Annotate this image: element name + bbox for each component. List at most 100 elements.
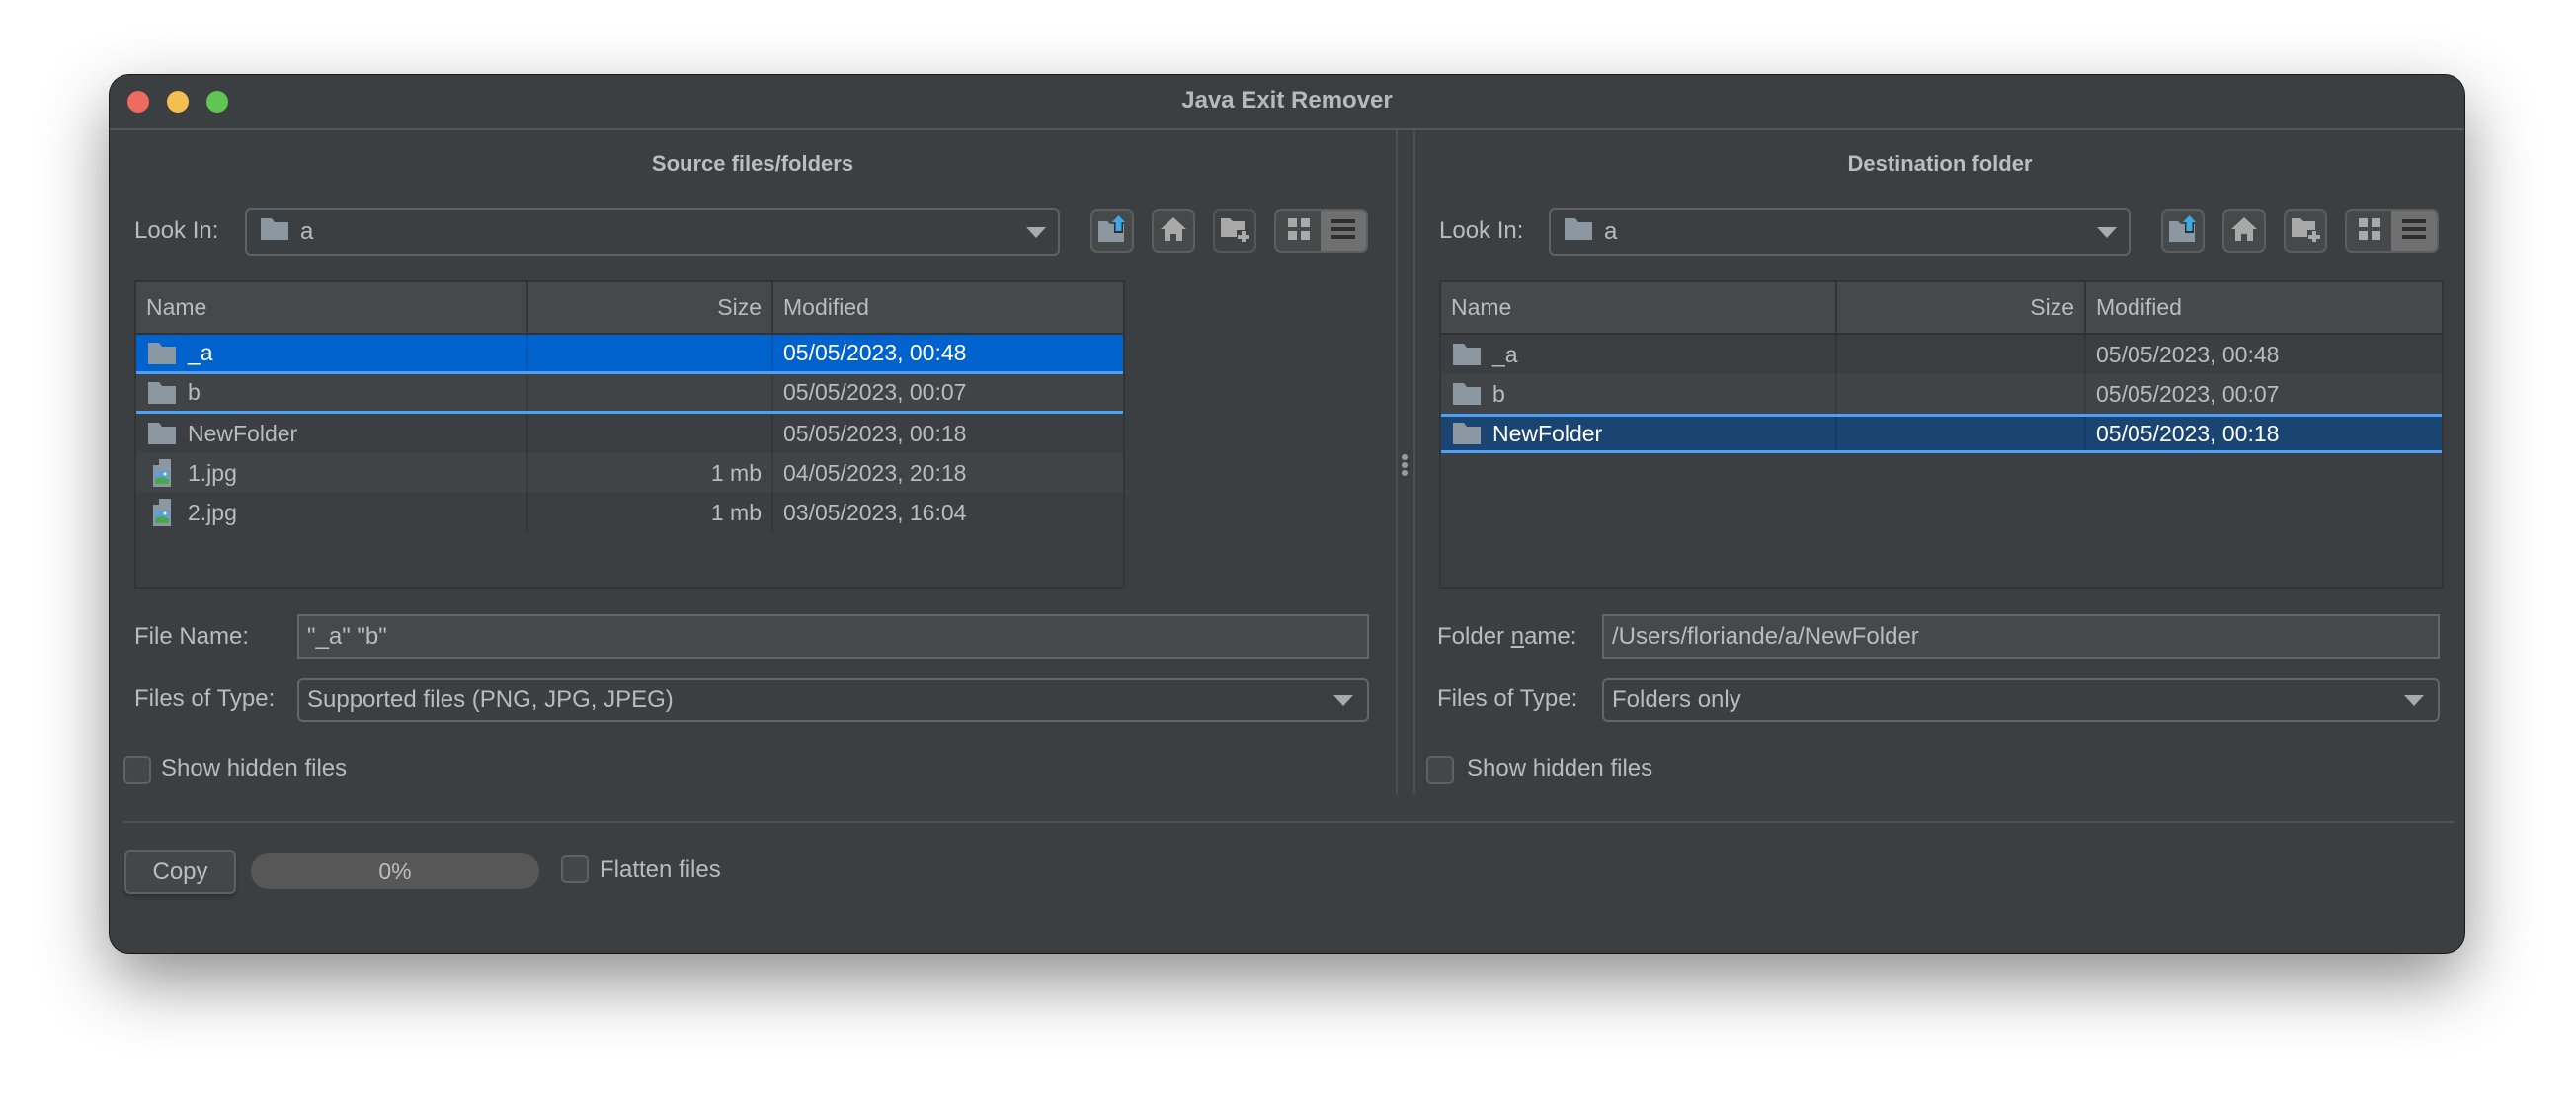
flatten-files-checkbox[interactable] bbox=[561, 855, 589, 883]
modified-cell: 05/05/2023, 00:48 bbox=[2096, 341, 2280, 367]
destination-up-folder-button[interactable] bbox=[2161, 209, 2205, 253]
destination-show-hidden-label[interactable]: Show hidden files bbox=[1467, 754, 1652, 784]
table-row[interactable]: NewFolder 05/05/2023, 00:18 bbox=[1441, 414, 2442, 453]
size-cell bbox=[1837, 374, 2086, 414]
list-icon bbox=[1331, 218, 1355, 244]
modified-cell: 04/05/2023, 20:18 bbox=[783, 459, 967, 486]
folder-icon bbox=[148, 423, 176, 444]
folder-up-icon bbox=[1097, 214, 1127, 248]
folder-name-label-text: ame: bbox=[1524, 623, 1577, 650]
size-cell bbox=[528, 374, 773, 411]
file-name-label: File Name: bbox=[134, 623, 250, 650]
file-name: 2.jpg bbox=[188, 499, 237, 525]
destination-look-in-value: a bbox=[1604, 218, 1618, 245]
grid-icon bbox=[1287, 217, 1310, 245]
source-show-hidden-label[interactable]: Show hidden files bbox=[161, 754, 347, 784]
destination-files-of-type-value: Folders only bbox=[1612, 686, 1741, 713]
folder-icon bbox=[148, 342, 176, 364]
table-row[interactable]: 2.jpg 1 mb 03/05/2023, 16:04 bbox=[136, 493, 1123, 532]
source-up-folder-button[interactable] bbox=[1090, 209, 1134, 253]
app-window: Java Exit Remover Source files/folders L… bbox=[110, 75, 2464, 953]
source-show-hidden-checkbox[interactable] bbox=[123, 756, 151, 784]
source-look-in-label: Look In: bbox=[134, 217, 219, 244]
window-title: Java Exit Remover bbox=[1181, 87, 1393, 114]
flatten-files-label[interactable]: Flatten files bbox=[600, 855, 721, 885]
modified-cell: 05/05/2023, 00:18 bbox=[2096, 420, 2280, 446]
source-home-button[interactable] bbox=[1152, 209, 1195, 253]
column-header-modified[interactable]: Modified bbox=[773, 282, 1123, 333]
table-row[interactable]: b 05/05/2023, 00:07 bbox=[1441, 374, 2442, 414]
split-pane-divider-right-edge bbox=[1413, 130, 1415, 795]
source-pane-title: Source files/folders bbox=[651, 151, 854, 176]
file-name-input-value: "_a" "b" bbox=[307, 623, 387, 650]
modified-cell: 03/05/2023, 16:04 bbox=[783, 499, 967, 525]
size-cell: 1 mb bbox=[528, 493, 773, 532]
source-files-of-type-combo[interactable]: Supported files (PNG, JPG, JPEG) bbox=[297, 678, 1369, 722]
table-row[interactable]: _a 05/05/2023, 00:48 bbox=[1441, 335, 2442, 374]
column-header-size[interactable]: Size bbox=[1837, 282, 2086, 333]
source-new-folder-button[interactable] bbox=[1213, 209, 1256, 253]
table-row[interactable]: 1.jpg 1 mb 04/05/2023, 20:18 bbox=[136, 453, 1123, 493]
file-name: b bbox=[1492, 380, 1505, 407]
source-file-table: Name Size Modified _a 05/05/2023, 00:48 … bbox=[134, 280, 1125, 589]
source-files-of-type-value: Supported files (PNG, JPG, JPEG) bbox=[307, 686, 674, 713]
source-look-in-combo[interactable]: a bbox=[245, 208, 1060, 256]
file-name: _a bbox=[188, 340, 213, 365]
modified-cell: 05/05/2023, 00:07 bbox=[783, 379, 967, 405]
folder-name-label-mnemonic: n bbox=[1510, 623, 1525, 650]
name-cell: 1.jpg bbox=[136, 453, 528, 493]
chevron-down-icon bbox=[2404, 695, 2424, 706]
table-row[interactable]: _a 05/05/2023, 00:48 bbox=[136, 335, 1123, 374]
modified-cell: 05/05/2023, 00:48 bbox=[783, 340, 967, 365]
destination-look-in-combo[interactable]: a bbox=[1549, 208, 2131, 256]
table-row[interactable]: b 05/05/2023, 00:07 bbox=[136, 374, 1123, 414]
new-folder-icon bbox=[2291, 215, 2320, 248]
destination-details-view-button[interactable] bbox=[2391, 211, 2437, 251]
folder-icon bbox=[1453, 344, 1481, 365]
table-header: Name Size Modified bbox=[136, 282, 1123, 335]
size-cell bbox=[1837, 417, 2086, 450]
progress-text: 0% bbox=[378, 858, 412, 884]
destination-view-toggle bbox=[2345, 209, 2439, 253]
copy-progress-bar: 0% bbox=[251, 853, 539, 889]
folder-name-input[interactable]: /Users/floriande/a/NewFolder bbox=[1602, 614, 2440, 659]
file-name-input[interactable]: "_a" "b" bbox=[297, 614, 1369, 659]
size-cell bbox=[1837, 335, 2086, 374]
copy-button[interactable]: Copy bbox=[124, 850, 236, 894]
name-cell: NewFolder bbox=[136, 414, 528, 453]
name-cell: _a bbox=[1441, 335, 1837, 374]
chevron-down-icon bbox=[1026, 227, 1046, 238]
modified-cell: 05/05/2023, 00:07 bbox=[2096, 380, 2280, 407]
image-file-icon bbox=[148, 499, 176, 526]
file-name: b bbox=[188, 379, 201, 405]
destination-home-button[interactable] bbox=[2222, 209, 2266, 253]
file-name: NewFolder bbox=[188, 420, 298, 446]
bottom-separator bbox=[123, 821, 2455, 823]
table-row[interactable]: NewFolder 05/05/2023, 00:18 bbox=[136, 414, 1123, 453]
folder-name-label-text: Folder bbox=[1437, 623, 1511, 650]
destination-show-hidden-checkbox[interactable] bbox=[1426, 756, 1454, 784]
column-header-name[interactable]: Name bbox=[136, 282, 528, 333]
column-header-size[interactable]: Size bbox=[528, 282, 773, 333]
name-cell: b bbox=[1441, 374, 1837, 414]
modified-cell: 05/05/2023, 00:18 bbox=[783, 420, 967, 446]
source-list-view-button[interactable] bbox=[1276, 211, 1321, 251]
source-details-view-button[interactable] bbox=[1321, 211, 1366, 251]
name-cell: _a bbox=[136, 335, 528, 371]
source-look-in-value: a bbox=[300, 218, 314, 245]
file-name: NewFolder bbox=[1492, 420, 1603, 446]
split-pane-divider-left-edge bbox=[1396, 130, 1398, 795]
destination-list-view-button[interactable] bbox=[2347, 211, 2391, 251]
folder-icon bbox=[261, 217, 288, 247]
column-header-modified[interactable]: Modified bbox=[2086, 282, 2442, 333]
folder-name-label: Folder name: bbox=[1437, 622, 1576, 652]
destination-files-of-type-combo[interactable]: Folders only bbox=[1602, 678, 2440, 722]
size-cell bbox=[528, 335, 773, 371]
folder-icon bbox=[1453, 423, 1481, 444]
file-name: 1.jpg bbox=[188, 459, 237, 486]
split-pane-drag-handle[interactable] bbox=[1402, 454, 1408, 478]
new-folder-icon bbox=[1220, 215, 1249, 248]
column-header-name[interactable]: Name bbox=[1441, 282, 1837, 333]
table-header: Name Size Modified bbox=[1441, 282, 2442, 335]
destination-new-folder-button[interactable] bbox=[2284, 209, 2327, 253]
